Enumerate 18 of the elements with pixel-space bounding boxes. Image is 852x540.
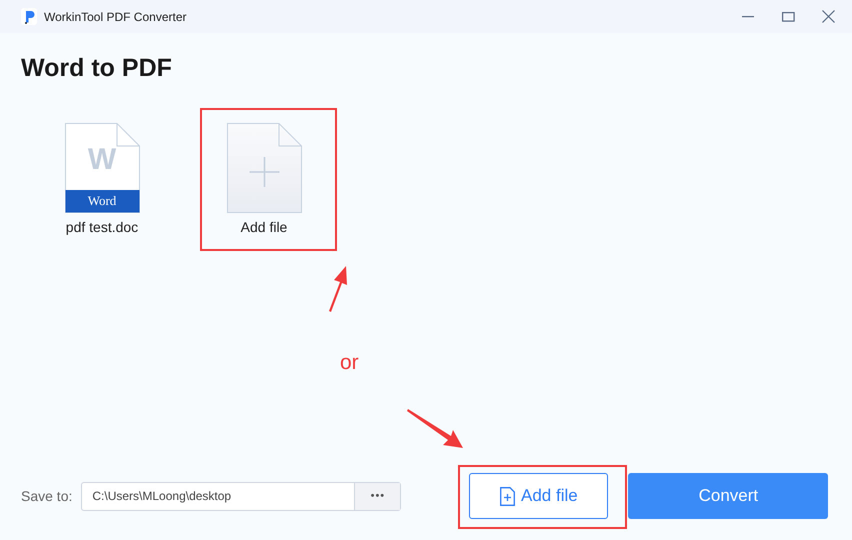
page-heading: Word to PDF bbox=[21, 53, 172, 84]
save-path-field[interactable]: C:\Users\MLoong\desktop ••• bbox=[81, 482, 402, 510]
window-title: WorkinTool PDF Converter bbox=[44, 8, 186, 26]
file-name: Add file bbox=[240, 218, 288, 237]
browse-button[interactable]: ••• bbox=[354, 482, 400, 510]
word-document-icon: W Word bbox=[64, 123, 140, 213]
annotation-text: or bbox=[340, 350, 359, 376]
convert-button[interactable]: Convert bbox=[628, 473, 828, 519]
save-to-label: Save to: bbox=[21, 486, 72, 506]
file-name: pdf test.doc bbox=[66, 218, 138, 237]
close-icon bbox=[822, 10, 834, 23]
annotation-arrow bbox=[329, 266, 347, 312]
annotation-arrow bbox=[407, 409, 463, 448]
minimize-icon bbox=[742, 16, 754, 18]
add-file-icon bbox=[500, 486, 516, 506]
add-file-button[interactable]: Add file bbox=[469, 473, 608, 519]
app-logo-icon bbox=[21, 8, 37, 25]
maximize-icon bbox=[782, 12, 794, 22]
